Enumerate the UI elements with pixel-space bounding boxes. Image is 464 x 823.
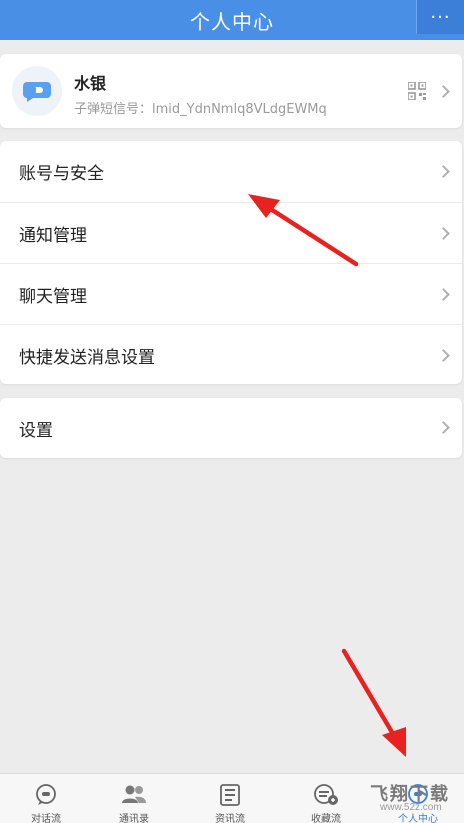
- chevron-right-icon: [437, 421, 450, 434]
- settings-card[interactable]: 设置: [0, 398, 462, 458]
- tab-label: 通讯录: [119, 814, 149, 823]
- avatar: [12, 66, 62, 116]
- more-options-button[interactable]: ···: [416, 0, 464, 34]
- profile-name: 水银: [74, 74, 107, 93]
- tab-contacts[interactable]: 通讯录: [88, 774, 180, 823]
- chevron-right-icon: [437, 165, 450, 178]
- annotation-arrow-icon: [341, 648, 406, 757]
- menu-item-chat-management[interactable]: 聊天管理: [0, 264, 462, 325]
- chevron-right-icon: [437, 288, 450, 301]
- menu-item-label: 聊天管理: [19, 287, 87, 307]
- menu-item-label: 设置: [19, 420, 53, 441]
- tab-label: 对话流: [31, 814, 61, 823]
- tab-label: 收藏流: [311, 814, 341, 823]
- watermark-url: www.52z.com: [380, 802, 442, 813]
- bullet-message-logo-icon: [23, 82, 51, 102]
- menu-item-account-security[interactable]: 账号与安全: [0, 141, 462, 202]
- favorites-icon: [314, 784, 338, 805]
- contacts-icon: [122, 785, 146, 803]
- chevron-right-icon: [437, 349, 450, 362]
- profile-id: 子弹短信号：lmid_YdnNmlq8VLdgEWMq: [74, 102, 327, 117]
- chevron-right-icon: [437, 227, 450, 240]
- settings-menu-group: 账号与安全 通知管理 聊天管理 快捷发送消息设置: [0, 141, 462, 384]
- menu-item-label: 快捷发送消息设置: [19, 348, 155, 368]
- menu-item-notifications[interactable]: 通知管理: [0, 203, 462, 264]
- chat-bubble-icon: [36, 784, 56, 805]
- news-icon: [220, 784, 240, 806]
- site-watermark: 飞翔下载 www.52z.com: [368, 778, 464, 818]
- tab-news-feed[interactable]: 资讯流: [184, 774, 276, 823]
- tab-conversations[interactable]: 对话流: [0, 774, 92, 823]
- tab-label: 资讯流: [215, 814, 245, 823]
- menu-item-label: 账号与安全: [19, 164, 104, 184]
- menu-item-settings[interactable]: 设置: [0, 398, 462, 458]
- qr-code-icon[interactable]: [408, 82, 426, 100]
- page-title: 个人中心: [190, 9, 274, 34]
- menu-item-label: 通知管理: [19, 226, 87, 246]
- app-header: 个人中心 ···: [0, 0, 464, 40]
- profile-card[interactable]: 水银 子弹短信号：lmid_YdnNmlq8VLdgEWMq: [0, 54, 462, 128]
- chevron-right-icon: [437, 85, 450, 98]
- menu-item-quick-send[interactable]: 快捷发送消息设置: [0, 325, 462, 386]
- tab-favorites[interactable]: 收藏流: [280, 774, 372, 823]
